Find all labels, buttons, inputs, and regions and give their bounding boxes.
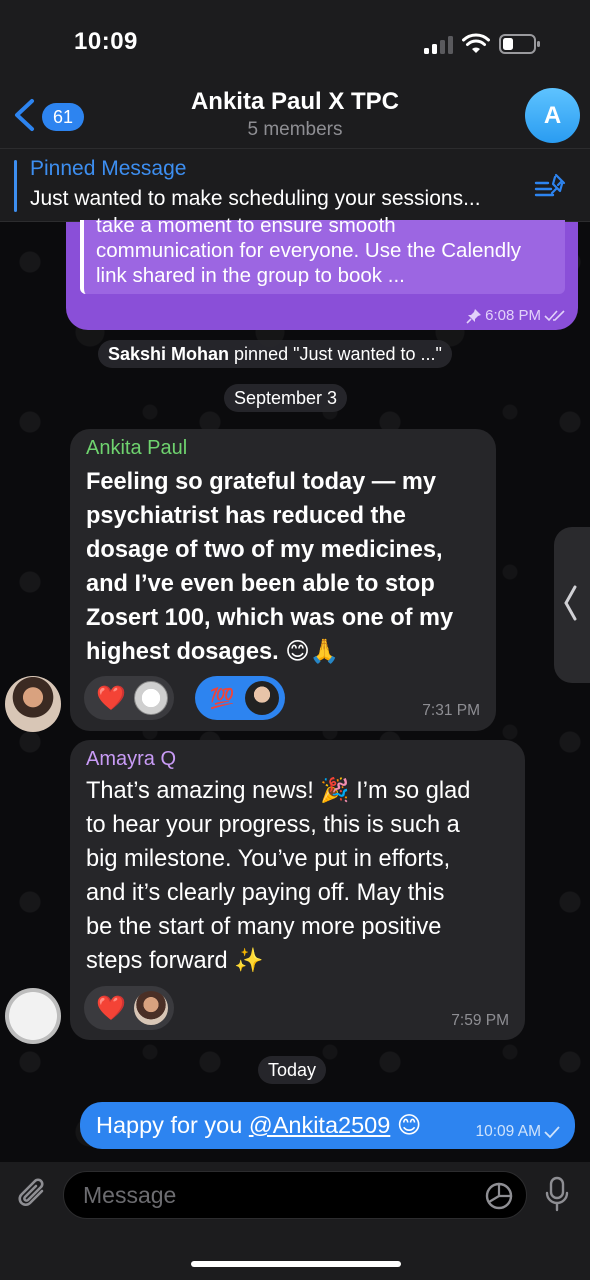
- chevron-left-icon: [564, 585, 577, 621]
- sender-name: Amayra Q: [86, 748, 177, 770]
- pinned-indicator: [14, 160, 17, 212]
- user-avatar-amayra[interactable]: [5, 988, 61, 1044]
- reaction-hundred[interactable]: 💯: [195, 676, 285, 720]
- reaction-heart[interactable]: ❤️: [84, 676, 174, 720]
- pinned-title: Pinned Message: [30, 157, 187, 180]
- pin-icon: [466, 308, 482, 324]
- composer-bar: Message: [0, 1162, 590, 1280]
- reaction-emoji: 💯: [209, 687, 235, 710]
- reaction-heart[interactable]: ❤️: [84, 986, 174, 1030]
- chevron-left-icon: [15, 99, 34, 131]
- side-panel-handle[interactable]: [554, 527, 590, 683]
- outgoing-message[interactable]: Happy for you @Ankita2509 😊 10:09 AM: [80, 1102, 575, 1149]
- reactor-avatar: [134, 991, 168, 1025]
- incoming-message-amayra[interactable]: Amayra Q That’s amazing news! 🎉 I’m so g…: [70, 740, 525, 1040]
- home-indicator: [191, 1261, 401, 1267]
- reactor-avatar: [134, 681, 168, 715]
- outgoing-message-pinned[interactable]: take a moment to ensure smooth communica…: [66, 214, 578, 330]
- message-time: 6:08 PM: [485, 307, 541, 324]
- reactor-avatar: [245, 681, 279, 715]
- message-text: take a moment to ensure smooth communica…: [96, 214, 522, 287]
- members-count[interactable]: 5 members: [95, 119, 495, 141]
- pinned-text: Just wanted to make scheduling your sess…: [30, 187, 481, 210]
- date-separator: September 3: [224, 384, 348, 412]
- status-time: 10:09: [74, 28, 138, 55]
- user-mention-link[interactable]: @Ankita2509: [249, 1112, 390, 1138]
- pinned-list-icon[interactable]: [534, 171, 568, 201]
- sender-name: Ankita Paul: [86, 437, 188, 459]
- user-avatar-ankita[interactable]: [5, 676, 61, 732]
- service-message-pin: Sakshi Mohan pinned "Just wanted to ...": [98, 340, 452, 368]
- double-check-icon: [544, 309, 565, 321]
- cellular-signal-icon: [424, 36, 454, 54]
- status-bar: 10:09: [0, 0, 590, 88]
- pinned-message-bar[interactable]: Pinned Message Just wanted to make sched…: [0, 148, 590, 222]
- message-time: 7:59 PM: [451, 1012, 509, 1029]
- paperclip-icon[interactable]: [16, 1176, 50, 1212]
- sticker-icon[interactable]: [484, 1181, 514, 1211]
- message-meta: 6:08 PM: [466, 307, 566, 324]
- group-avatar[interactable]: A: [525, 88, 580, 143]
- check-icon: [544, 1126, 560, 1139]
- message-placeholder: Message: [83, 1182, 177, 1208]
- battery-icon: [499, 34, 540, 54]
- message-meta: 10:09 AM: [476, 1123, 562, 1141]
- back-button[interactable]: 61: [8, 92, 84, 138]
- chat-title[interactable]: Ankita Paul X TPC: [95, 88, 495, 116]
- message-time: 10:09 AM: [475, 1123, 542, 1140]
- wifi-icon: [462, 33, 490, 53]
- service-text: pinned "Just wanted to ...": [229, 344, 442, 364]
- message-text: Happy for you @Ankita2509 😊: [96, 1112, 422, 1138]
- message-time: 7:31 PM: [422, 702, 480, 719]
- reaction-emoji: ❤️: [96, 994, 126, 1022]
- message-text: That’s amazing news! 🎉 I’m so glad to he…: [86, 778, 471, 974]
- message-input[interactable]: Message: [63, 1171, 527, 1219]
- date-separator-today: Today: [258, 1056, 327, 1084]
- unread-count-badge: 61: [42, 103, 84, 131]
- chat-header: 61 Ankita Paul X TPC 5 members A: [0, 88, 590, 148]
- message-quote-block: take a moment to ensure smooth communica…: [80, 214, 565, 294]
- message-text: Feeling so grateful today — my psychiatr…: [86, 469, 454, 665]
- microphone-icon[interactable]: [544, 1176, 570, 1214]
- reaction-emoji: ❤️: [96, 684, 126, 712]
- service-actor: Sakshi Mohan: [108, 344, 230, 364]
- incoming-message-ankita[interactable]: Ankita Paul Feeling so grateful today — …: [70, 429, 496, 731]
